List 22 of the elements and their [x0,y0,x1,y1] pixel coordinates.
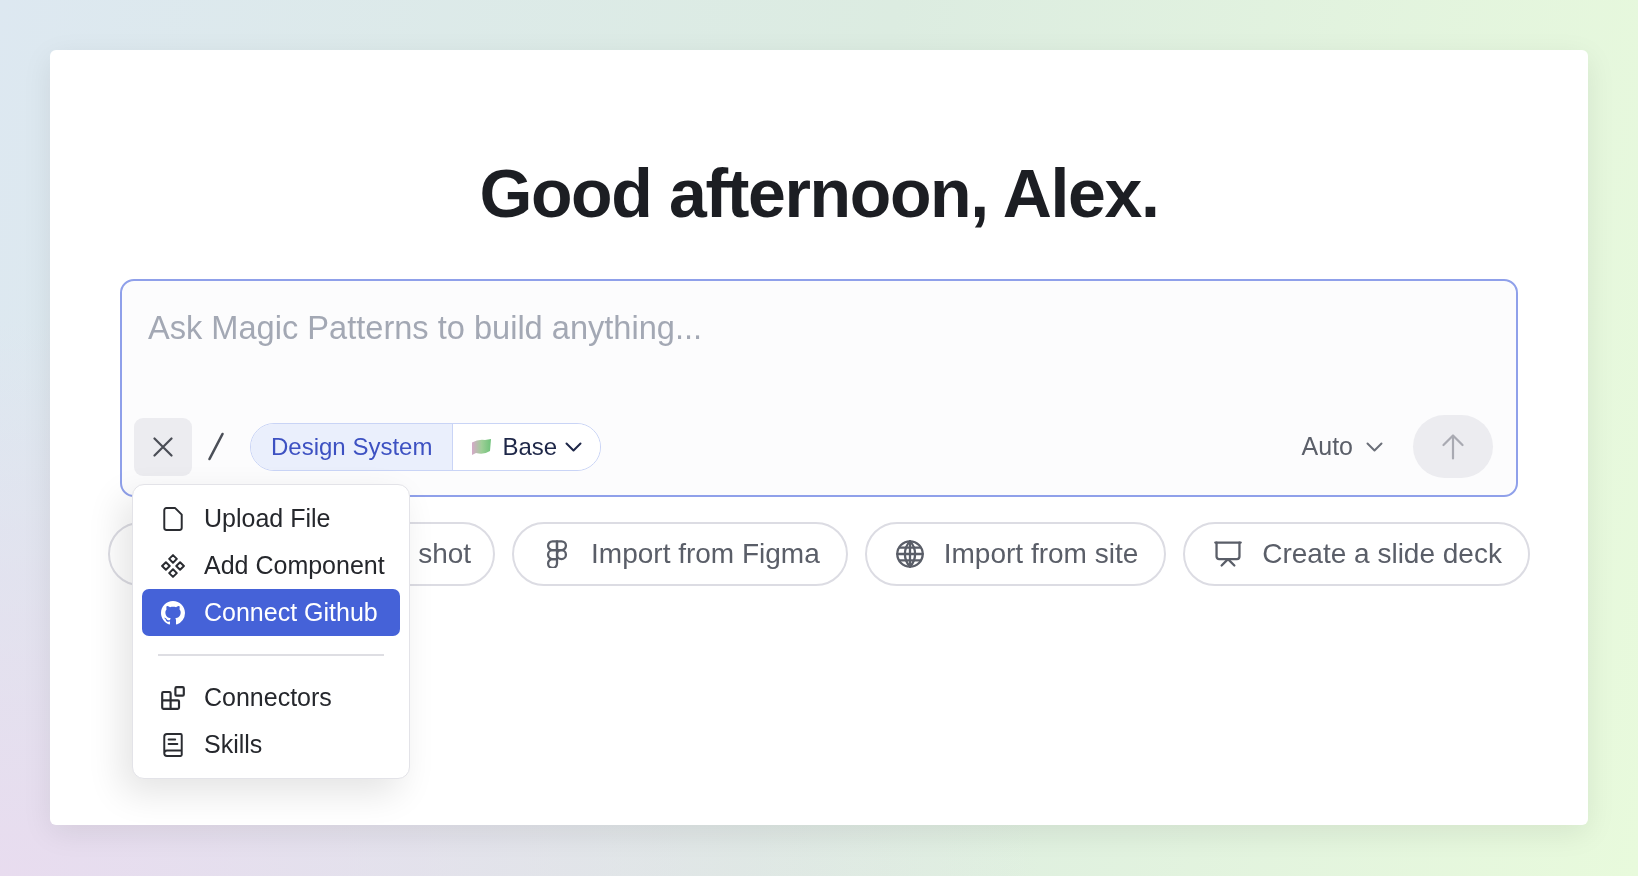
book-icon [161,732,185,757]
close-button[interactable] [134,417,192,476]
globe-icon [895,540,924,568]
blocks-icon [161,685,185,710]
close-icon [153,436,173,457]
diamonds-icon [161,553,185,578]
suggestion-chip[interactable]: Import from site [864,522,1167,586]
arrow-up-icon [1442,433,1464,460]
model-dropdown[interactable]: Auto [1301,427,1383,466]
gradient-blob-icon [472,438,492,455]
suggestion-chip[interactable]: Create a slide deck [1183,522,1530,586]
menu-item[interactable]: Connect Github [142,589,400,636]
design-system-tag: Design System [251,423,454,470]
greeting-heading: Good afternoon, Alex. [479,159,1159,227]
slash-icon[interactable] [207,432,225,461]
prompt-field[interactable]: Ask Magic Patterns to build anything... [148,308,1492,352]
github-icon [161,600,185,625]
file-icon [161,506,185,531]
chevron-down-icon [565,441,583,452]
suggestion-chip[interactable]: Import from Figma [512,522,848,586]
presentation-icon [1214,540,1243,568]
chevron-down-icon [1366,441,1383,452]
